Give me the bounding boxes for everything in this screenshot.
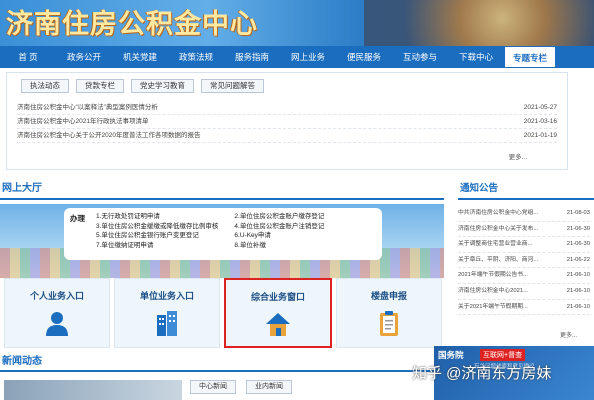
- list-item[interactable]: 关于调整商住宅营业营业商... 21-06-30: [458, 237, 590, 253]
- service-link[interactable]: 4.单位住房公积金账户注销登记: [234, 222, 324, 232]
- news-header: 新闻动态: [0, 354, 444, 372]
- card-label: 综合业务窗口: [250, 292, 305, 302]
- council-name: 国务院: [438, 350, 464, 360]
- house-icon: [266, 313, 290, 336]
- notice-title[interactable]: 2021年端午节假期公告书...: [458, 268, 550, 283]
- unit-business-card[interactable]: 单位业务入口: [114, 278, 220, 348]
- list-item[interactable]: 关于2021年端午节假期期... 21-06-10: [458, 300, 590, 316]
- subtab-faq[interactable]: 常见问题解答: [201, 79, 264, 93]
- list-item[interactable]: 中共济南住房公积金中心党组... 21-08-03: [458, 206, 590, 222]
- notice-title[interactable]: 济南住房公积金中心2021...: [458, 284, 550, 299]
- person-icon: [46, 312, 68, 336]
- section-title: 网上大厅: [2, 183, 42, 194]
- list-item[interactable]: 济南住房公积金中心关于公开2020年度普法工作各项数据的报告 2021-01-1…: [17, 129, 557, 143]
- service-link[interactable]: 7.单位缴纳证明申请: [96, 241, 218, 251]
- notice-title[interactable]: 济南住房公积金中心关于发布...: [458, 222, 550, 237]
- subtab-party-history[interactable]: 党史学习教育: [131, 79, 194, 93]
- online-hall-header: 网上大厅: [0, 180, 444, 200]
- news-image[interactable]: [4, 380, 182, 400]
- nav-item[interactable]: 互动参与: [392, 46, 448, 68]
- section-title: 新闻动态: [2, 356, 42, 367]
- list-item[interactable]: 济南住房公积金中心关于发布... 21-06-30: [458, 222, 590, 238]
- council-badge: 互联网+督查: [480, 349, 526, 361]
- list-item[interactable]: 2021年端午节假期公告书... 21-06-10: [458, 268, 590, 284]
- watermark-text: 知乎 @济南东方房妹: [412, 365, 552, 382]
- notice-title[interactable]: 关于2021年端午节假期期...: [458, 300, 550, 315]
- personal-business-card[interactable]: 个人业务入口: [4, 278, 110, 348]
- nav-item[interactable]: 网上业务: [280, 46, 336, 68]
- special-column-panel: 执法动态 贷款专栏 党史学习教育 常见问题解答 济南住房公积金中心“以案释法”典…: [6, 72, 568, 170]
- notice-date: 21-06-10: [566, 303, 590, 310]
- comprehensive-business-card[interactable]: 综合业务窗口: [224, 278, 332, 348]
- building-icon: [157, 311, 177, 336]
- news-title[interactable]: 济南住房公积金中心关于公开2020年度普法工作各项数据的报告: [17, 129, 200, 142]
- nav-item[interactable]: 首 页: [0, 46, 56, 68]
- tab-industry-news[interactable]: 业内新闻: [246, 380, 292, 394]
- notice-date: 21-06-30: [566, 241, 590, 248]
- news-date: 2021-05-27: [523, 104, 557, 111]
- nav-item[interactable]: 便民服务: [336, 46, 392, 68]
- service-link[interactable]: 8.单位补缴: [234, 241, 324, 251]
- banner-decoration: [364, 0, 594, 46]
- notice-date: 21-06-10: [566, 287, 590, 294]
- notice-date: 21-06-22: [566, 256, 590, 263]
- notice-list: 中共济南住房公积金中心党组... 21-08-03 济南住房公积金中心关于发布...…: [458, 206, 590, 316]
- tab-center-news[interactable]: 中心新闻: [190, 380, 236, 394]
- notice-date: 21-08-03: [566, 210, 590, 216]
- nav-item[interactable]: 政务公开: [56, 46, 112, 68]
- list-item[interactable]: 济南住房公积金中心“以案释法”典型案例医情分析 2021-05-27: [17, 101, 557, 115]
- card-label: 单位业务入口: [139, 291, 194, 301]
- nav-item[interactable]: 机关党建: [112, 46, 168, 68]
- site-title: 济南住房公积金中心: [6, 9, 258, 40]
- main-nav: 首 页政务公开 机关党建 政策法规 服务指南 网上业务 便民服务 互动参与 下载中心 专题专栏: [0, 46, 594, 68]
- list-item[interactable]: 济南住房公积金中心2021... 21-06-10: [458, 284, 590, 300]
- nav-item[interactable]: 下载中心: [448, 46, 504, 68]
- notice-header: 通知公告: [458, 180, 594, 200]
- nav-item[interactable]: 专题专栏: [504, 46, 556, 68]
- service-column-left: 1.无行政处罚证明申请 3.单位住房公积金缓缴或降低缴存比例审核 5.单位住房公…: [96, 212, 218, 250]
- news-date: 2021-03-16: [523, 118, 557, 125]
- business-entry-cards: 个人业务入口 单位业务入口 综合业务窗口 楼盘申报: [4, 278, 442, 348]
- list-item[interactable]: 关于章丘、平阴、济阳、商河... 21-06-22: [458, 253, 590, 269]
- nav-item[interactable]: 服务指南: [224, 46, 280, 68]
- notice-date: 21-06-30: [566, 225, 590, 232]
- service-link[interactable]: 2.单位住房公积金账户缴存登记: [234, 212, 324, 222]
- service-list-label: 办理: [70, 214, 85, 223]
- notice-more-link[interactable]: 更多...: [560, 330, 577, 339]
- card-label: 个人业务入口: [29, 291, 84, 301]
- subtab-enforcement[interactable]: 执法动态: [21, 79, 69, 93]
- nav-item[interactable]: 政策法规: [168, 46, 224, 68]
- special-news-list: 济南住房公积金中心“以案释法”典型案例医情分析 2021-05-27 济南住房公…: [17, 101, 557, 143]
- notice-title[interactable]: 中共济南住房公积金中心党组...: [458, 206, 550, 221]
- service-link[interactable]: 5.单位住房公积金银行账户变更登记: [96, 231, 218, 241]
- site-banner: 济南住房公积金中心: [0, 0, 594, 46]
- news-title[interactable]: 济南住房公积金中心“以案释法”典型案例医情分析: [17, 101, 158, 114]
- subtab-loans[interactable]: 贷款专栏: [76, 79, 124, 93]
- clipboard-icon: [380, 311, 398, 336]
- card-label: 楼盘申报: [370, 291, 407, 301]
- list-item[interactable]: 济南住房公积金中心2021年行政执法事项清单 2021-03-16: [17, 115, 557, 129]
- service-link[interactable]: 3.单位住房公积金缓缴或降低缴存比例审核: [96, 222, 218, 232]
- special-subtabs: 执法动态 贷款专栏 党史学习教育 常见问题解答: [21, 79, 264, 93]
- notice-title[interactable]: 关于章丘、平阴、济阳、商河...: [458, 253, 550, 268]
- news-date: 2021-01-19: [523, 132, 557, 139]
- service-link[interactable]: 1.无行政处罚证明申请: [96, 212, 218, 222]
- service-column-right: 2.单位住房公积金账户缴存登记 4.单位住房公积金账户注销登记 6.U-Key申…: [234, 212, 324, 250]
- service-link[interactable]: 6.U-Key申请: [234, 231, 324, 241]
- more-link[interactable]: 更多...: [509, 151, 527, 161]
- section-title: 通知公告: [460, 183, 499, 194]
- news-title[interactable]: 济南住房公积金中心2021年行政执法事项清单: [17, 115, 148, 128]
- notice-title[interactable]: 关于调整商住宅营业营业商...: [458, 237, 550, 252]
- service-list-box: 办理 1.无行政处罚证明申请 3.单位住房公积金缓缴或降低缴存比例审核 5.单位…: [64, 208, 382, 260]
- property-declaration-card[interactable]: 楼盘申报: [336, 278, 442, 348]
- notice-date: 21-06-10: [566, 272, 590, 279]
